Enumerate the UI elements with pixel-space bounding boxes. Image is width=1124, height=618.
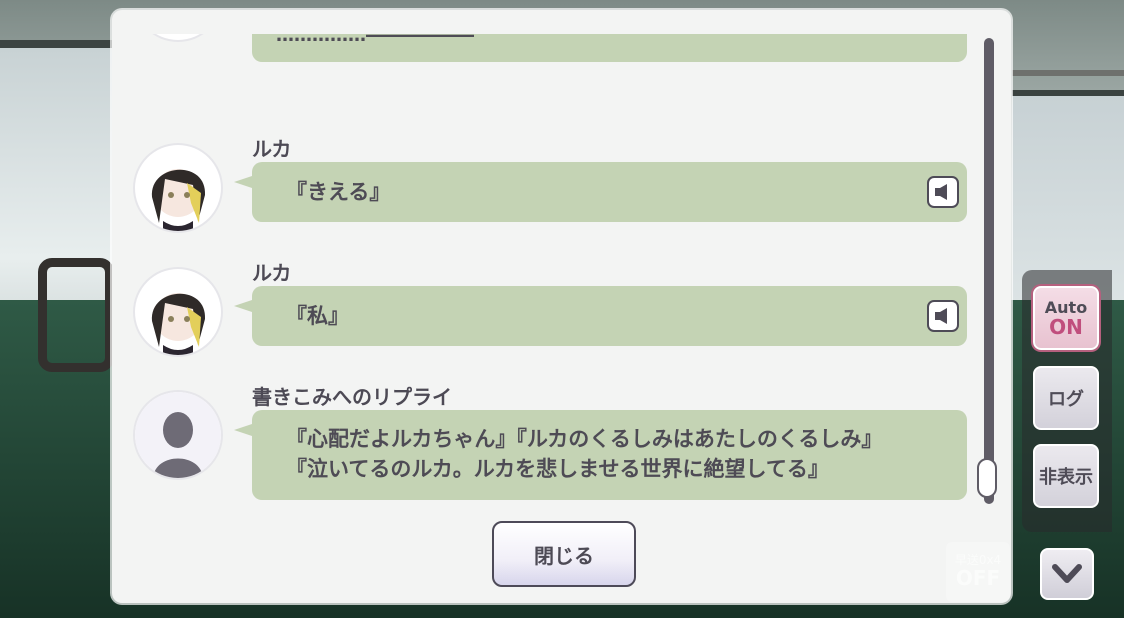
message-bubble: 『心配だよルカちゃん』『ルカのくるしみはあたしのくるしみ』 『泣いてるのルカ。ル…	[234, 410, 967, 500]
fast-forward-state: OFF	[955, 566, 1001, 590]
message-text: 『きえる』	[286, 180, 391, 204]
speaker-name: ルカ	[252, 261, 292, 285]
hand-strap	[38, 258, 114, 372]
avatar-ruka	[135, 145, 221, 231]
chevron-down-icon	[1052, 564, 1082, 583]
speaker-name: ルカ	[252, 137, 292, 161]
backlog-scroll-area[interactable]: ――――――…………… ……………―――――― ルカ 『きえる』	[112, 34, 987, 520]
scrollbar-thumb[interactable]	[977, 458, 997, 498]
auto-toggle-button[interactable]: Auto ON	[1033, 286, 1099, 350]
message-bubble: ――――――…………… ……………――――――	[252, 34, 967, 62]
message-line-2: ……………――――――	[276, 34, 474, 46]
avatar-silhouette	[135, 392, 221, 478]
fast-forward-button[interactable]: 早送0x4 OFF	[946, 542, 1010, 602]
message-line-2: 『泣いてるのルカ。ルカを悲しませる世界に絶望してる』	[286, 457, 829, 481]
auto-state: ON	[1049, 315, 1083, 339]
collapse-menu-button[interactable]	[1040, 548, 1094, 600]
voice-replay-button[interactable]	[927, 300, 959, 332]
backlog-dialog: ――――――…………… ……………―――――― ルカ 『きえる』	[112, 10, 1011, 603]
speaker-icon	[935, 184, 947, 200]
message-text: 『私』	[286, 304, 349, 328]
message-bubble: 『私』	[234, 286, 967, 346]
log-button[interactable]: ログ	[1033, 366, 1099, 430]
avatar-ruka	[135, 269, 221, 355]
message-line-1: 『心配だよルカちゃん』『ルカのくるしみはあたしのくるしみ』	[286, 427, 883, 451]
speaker-name: 書きこみへのリプライ	[252, 385, 452, 409]
voice-replay-button[interactable]	[927, 176, 959, 208]
speaker-icon	[935, 308, 947, 324]
avatar-ruka	[135, 34, 221, 40]
scrollbar-track[interactable]	[984, 38, 994, 504]
message-bubble: 『きえる』	[234, 162, 967, 222]
hide-ui-button[interactable]: 非表示	[1033, 444, 1099, 508]
close-button[interactable]: 閉じる	[492, 521, 636, 587]
